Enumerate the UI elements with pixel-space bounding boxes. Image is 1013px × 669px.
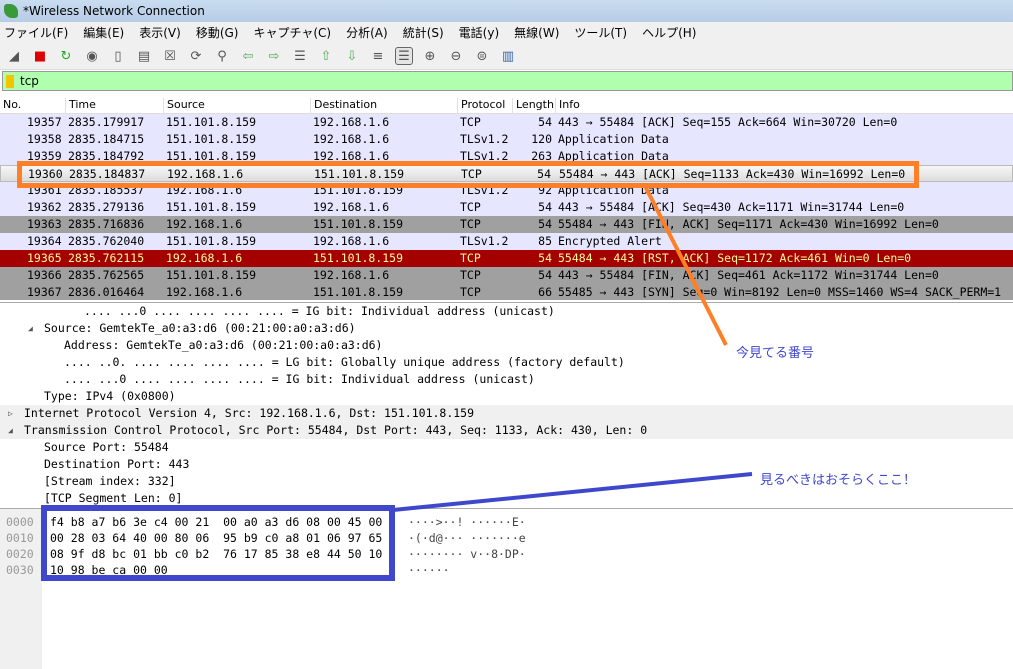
blue-arrow-line	[392, 472, 753, 512]
bytes-note: 見るべきはおそらくここ！	[760, 473, 917, 488]
bytes-highlight-box	[41, 505, 395, 581]
current-packet-note: 今見てる番号	[736, 346, 815, 361]
current-packet-highlight-box	[17, 161, 919, 188]
orange-arrow-line	[643, 185, 728, 346]
